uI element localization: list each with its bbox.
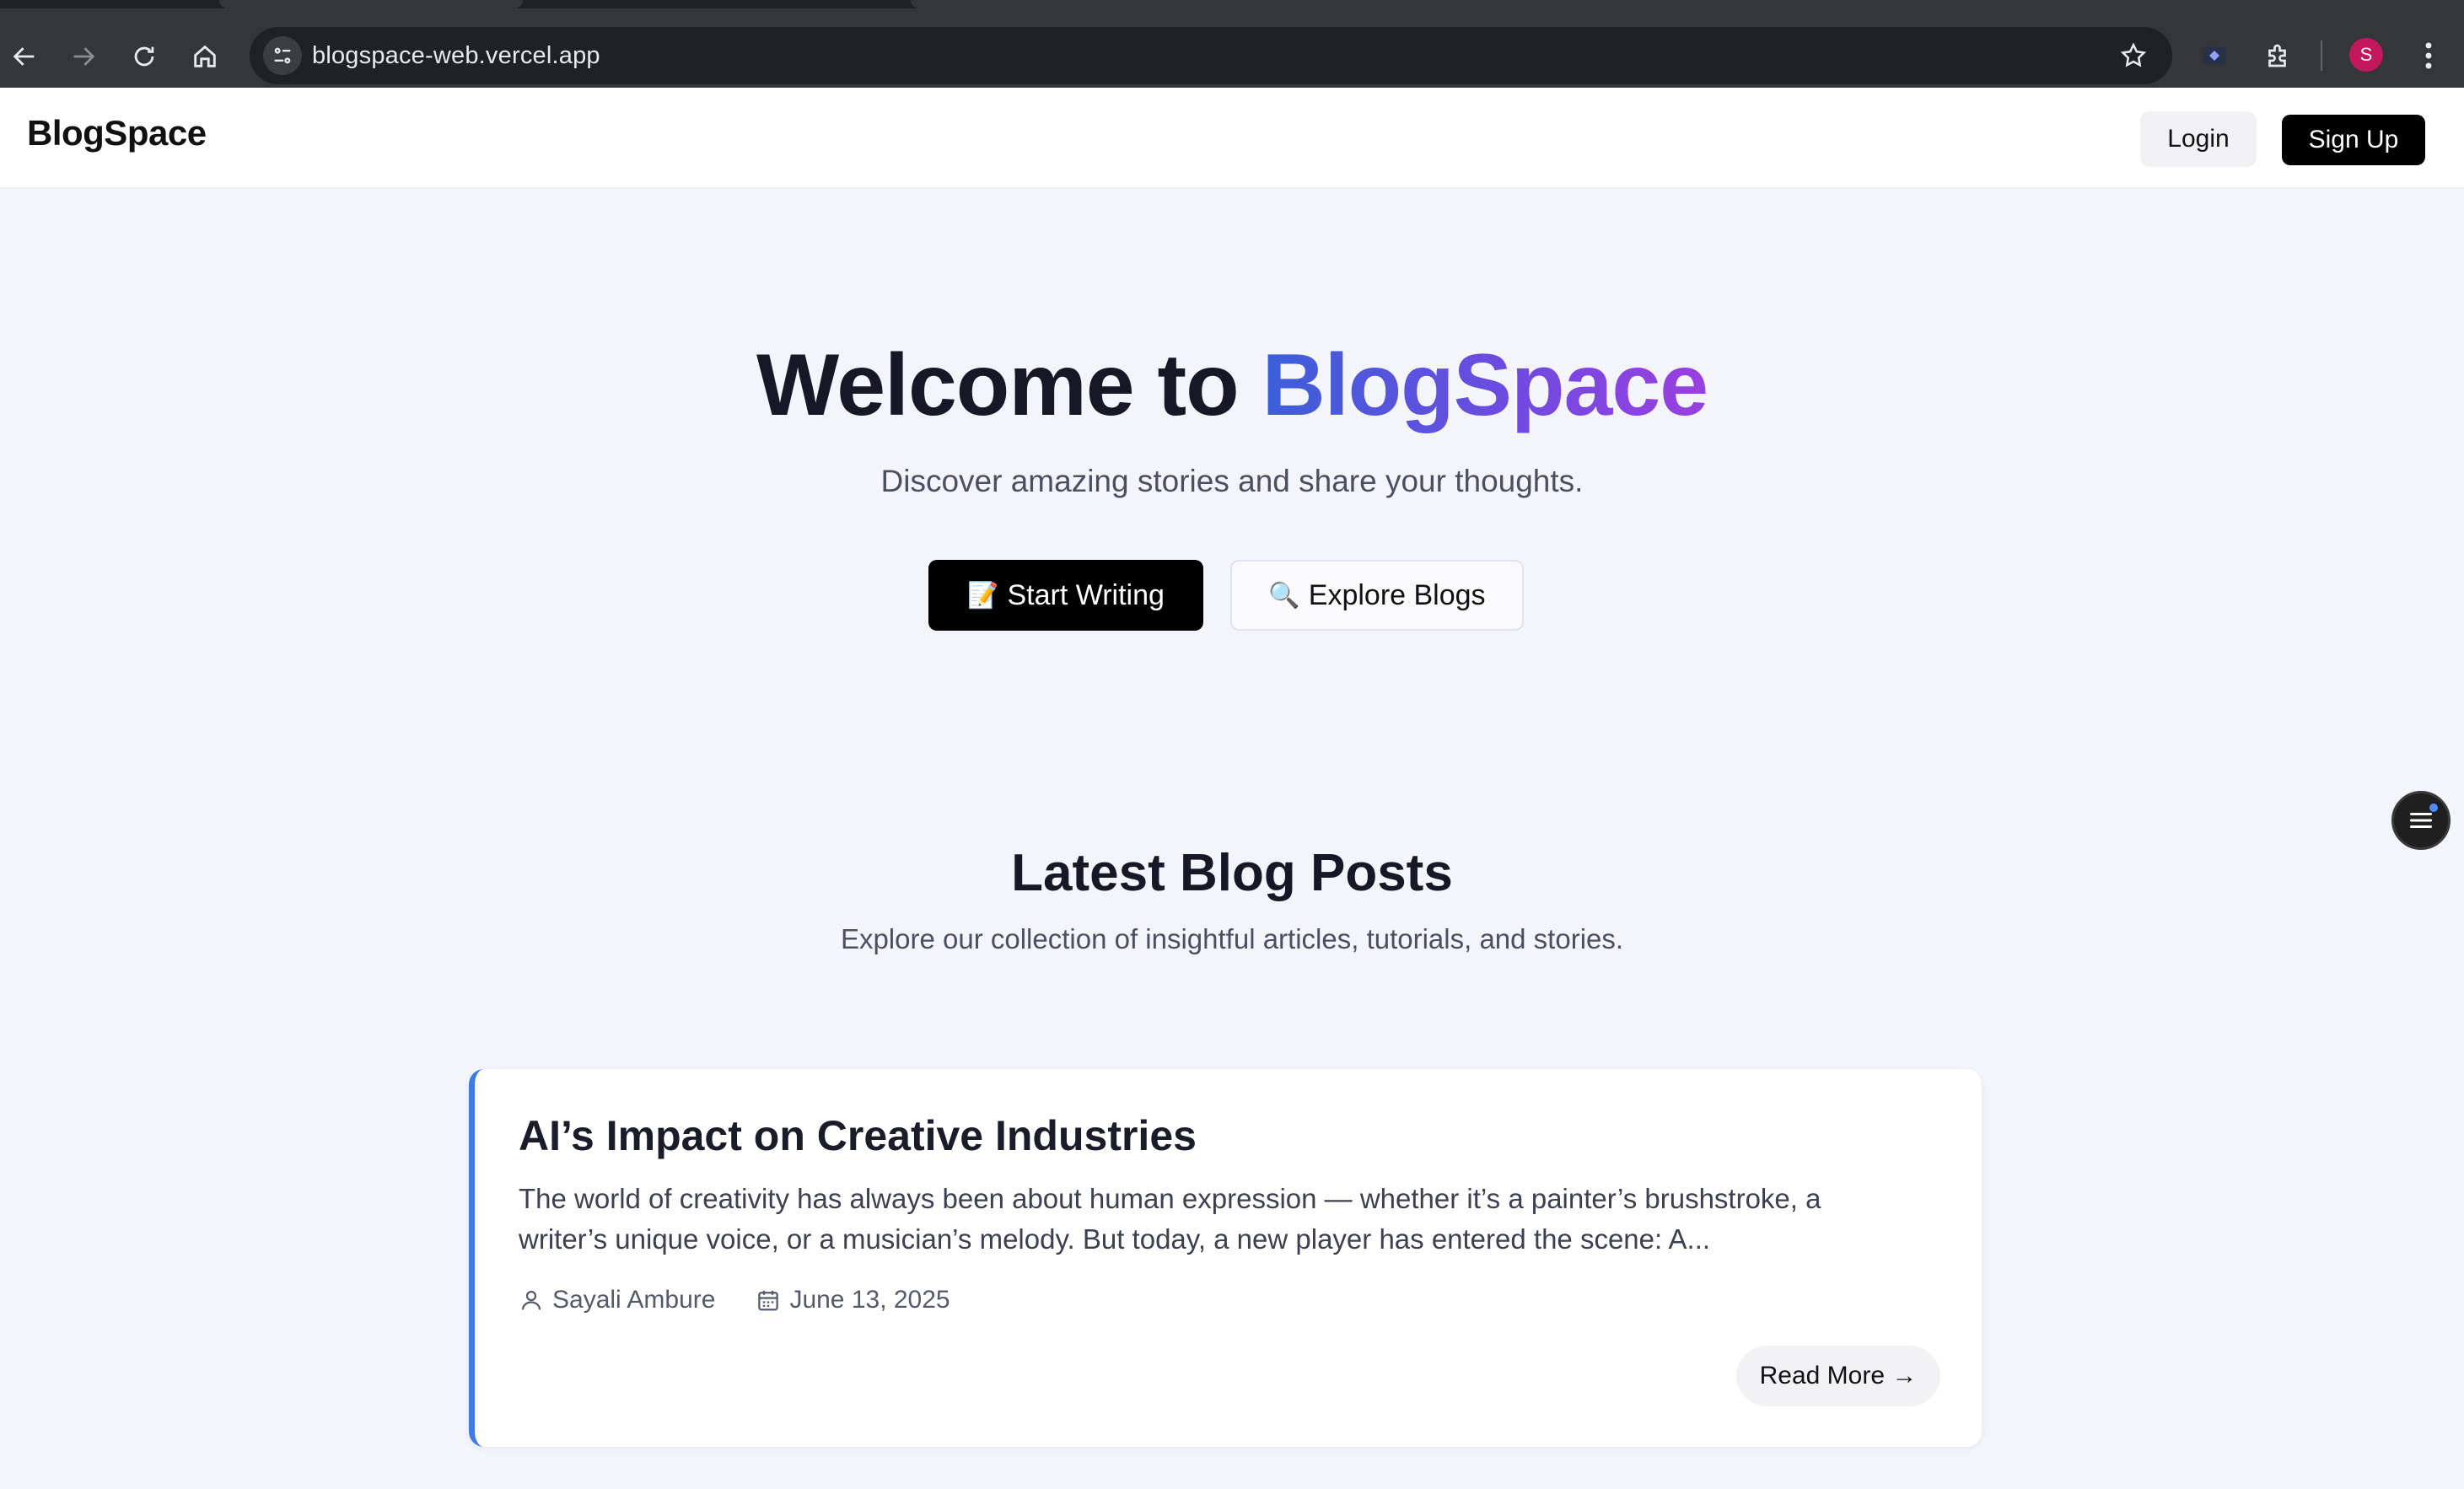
latest-posts-title: Latest Blog Posts — [1011, 844, 1453, 902]
post-date-text: June 13, 2025 — [789, 1286, 950, 1314]
start-writing-label: Start Writing — [1007, 578, 1165, 611]
read-more-button[interactable]: Read More → — [1736, 1346, 1940, 1406]
menu-kebab-icon[interactable] — [2413, 35, 2444, 76]
hero-title: Welcome to BlogSpace — [0, 336, 2464, 436]
menu-lines-icon — [2410, 813, 2432, 828]
back-icon[interactable] — [2, 34, 47, 79]
signup-button[interactable]: Sign Up — [2282, 115, 2425, 165]
toolbar-divider — [2321, 40, 2322, 71]
browser-tab[interactable] — [911, 0, 2464, 8]
start-writing-button[interactable]: 📝 Start Writing — [928, 560, 1203, 631]
browser-tab[interactable] — [219, 0, 523, 8]
home-icon[interactable] — [182, 34, 228, 79]
site-header: BlogSpace Login Sign Up — [0, 88, 2464, 189]
post-date: June 13, 2025 — [756, 1286, 950, 1314]
brand-logo[interactable]: BlogSpace — [27, 113, 207, 153]
extension-icon[interactable] — [2196, 37, 2233, 74]
puzzle-icon[interactable] — [2260, 37, 2297, 74]
post-author-name: Sayali Ambure — [552, 1286, 716, 1314]
post-author: Sayali Ambure — [519, 1286, 715, 1314]
memo-icon: 📝 — [967, 580, 999, 610]
latest-posts-subtitle: Explore our collection of insightful art… — [840, 923, 1624, 954]
browser-toolbar: blogspace-web.vercel.app S — [0, 8, 2464, 88]
bookmark-star-icon[interactable] — [2117, 39, 2150, 73]
hero-subtitle: Discover amazing stories and share your … — [880, 464, 1584, 498]
url-text[interactable]: blogspace-web.vercel.app — [312, 42, 600, 70]
forward-icon[interactable] — [61, 34, 106, 79]
explore-blogs-button[interactable]: 🔍 Explore Blogs — [1230, 560, 1524, 631]
calendar-icon — [758, 1290, 779, 1311]
address-bar[interactable]: blogspace-web.vercel.app — [250, 27, 2172, 84]
floating-menu-button[interactable] — [2391, 791, 2451, 850]
post-title[interactable]: AI’s Impact on Creative Industries — [519, 1111, 1197, 1160]
reload-icon[interactable] — [121, 34, 167, 79]
post-excerpt: The world of creativity has always been … — [519, 1183, 1821, 1255]
explore-blogs-label: Explore Blogs — [1308, 578, 1486, 611]
post-meta: Sayali Ambure June 13, 2025 — [519, 1285, 979, 1315]
hero-title-accent: BlogSpace — [1262, 336, 1708, 434]
profile-avatar[interactable]: S — [2349, 38, 2383, 72]
hero-title-prefix: Welcome to — [756, 336, 1262, 434]
magnifier-icon: 🔍 — [1268, 580, 1300, 610]
site-info-icon[interactable] — [263, 36, 302, 75]
login-button[interactable]: Login — [2140, 111, 2257, 167]
user-icon — [521, 1290, 541, 1310]
blog-post-card[interactable]: AI’s Impact on Creative Industries The w… — [469, 1069, 1982, 1447]
notification-dot — [2429, 804, 2438, 812]
